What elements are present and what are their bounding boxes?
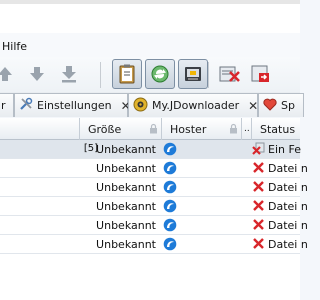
row-size: Unbekannt: [96, 200, 156, 213]
column-header-name[interactable]: [0, 118, 80, 140]
row-status: Datei n: [268, 200, 308, 213]
column-header-hoster-label: Hoster: [170, 122, 207, 136]
error-icon: [252, 161, 265, 174]
tab-settings[interactable]: Einstellungen ✕: [14, 93, 131, 117]
clear-list-button[interactable]: [214, 59, 244, 89]
row-status: Ein Fe: [268, 143, 301, 156]
row-size: Unbekannt: [96, 162, 156, 175]
column-header-hoster[interactable]: Hoster: [162, 118, 242, 140]
error-icon: [252, 180, 265, 193]
reconnect-icon: [149, 63, 171, 85]
column-header-size[interactable]: Größe: [80, 118, 162, 140]
hoster-icon: [163, 142, 177, 156]
menu-bar: Hilfe: [0, 33, 300, 57]
table-header: Größe Hoster .. Status: [0, 118, 300, 140]
table-row[interactable]: [5] Unbekannt Ein Fe: [0, 140, 301, 159]
tab-partial-label: r: [1, 99, 6, 112]
arrow-down-icon: [27, 64, 47, 84]
row-size: Unbekannt: [96, 219, 156, 232]
lock-icon: [229, 123, 238, 137]
error-icon: [252, 237, 265, 250]
clear-list-icon: [217, 63, 241, 85]
column-header-more[interactable]: ..: [242, 118, 252, 140]
table-empty-area: [0, 254, 300, 300]
hoster-icon: [163, 199, 177, 213]
toolbar-separator: [100, 62, 101, 88]
shutdown-icon: [249, 63, 273, 85]
premium-icon: [182, 63, 204, 85]
tab-partial-right[interactable]: Sp: [258, 93, 304, 117]
toolbar-separator: [208, 62, 209, 88]
tab-myjdownloader[interactable]: My.JDownloader ✕: [128, 93, 258, 117]
row-status: Datei n: [268, 162, 308, 175]
heart-icon: [263, 98, 277, 114]
column-header-more-label: ..: [244, 124, 250, 134]
tab-settings-label: Einstellungen: [37, 99, 112, 112]
row-size: Unbekannt: [96, 143, 156, 156]
tab-myjdownloader-label: My.JDownloader: [152, 99, 240, 112]
myjd-icon: [133, 97, 148, 115]
row-size: Unbekannt: [96, 181, 156, 194]
column-header-status[interactable]: Status: [252, 118, 300, 140]
window-titlebar: [0, 0, 300, 33]
toolbar: [0, 57, 300, 92]
menu-help[interactable]: Hilfe: [2, 40, 27, 53]
hoster-icon: [163, 218, 177, 232]
clipboard-observer-toggle[interactable]: [112, 59, 142, 89]
reconnect-toggle[interactable]: [145, 59, 175, 89]
error-multi-icon: [252, 142, 265, 155]
arrow-bottom-icon: [59, 64, 79, 84]
table-row[interactable]: Unbekannt Datei n: [0, 159, 308, 178]
hoster-icon: [163, 161, 177, 175]
error-icon: [252, 199, 265, 212]
lock-icon: [149, 123, 158, 137]
premium-toggle[interactable]: [178, 59, 208, 89]
tab-partial-left[interactable]: r: [0, 93, 14, 117]
arrow-up-icon: [0, 64, 15, 84]
move-down-button[interactable]: [22, 59, 52, 89]
wrench-screwdriver-icon: [19, 97, 33, 114]
move-up-button[interactable]: [0, 59, 20, 89]
row-size: Unbekannt: [96, 238, 156, 251]
row-status: Datei n: [268, 181, 308, 194]
hoster-icon: [163, 180, 177, 194]
error-icon: [252, 218, 265, 231]
table-row[interactable]: Unbekannt Datei n: [0, 178, 308, 197]
column-header-size-label: Größe: [88, 122, 122, 136]
move-to-bottom-button[interactable]: [54, 59, 84, 89]
shutdown-button[interactable]: [246, 59, 276, 89]
row-status: Datei n: [268, 238, 308, 251]
hoster-icon: [163, 237, 177, 251]
tab-myjdownloader-close-icon[interactable]: ✕: [248, 99, 258, 113]
row-status: Datei n: [268, 219, 308, 232]
column-header-status-label: Status: [260, 122, 296, 136]
table-row[interactable]: Unbekannt Datei n: [0, 197, 308, 216]
tab-bar: r Einstellungen ✕ My.JDownloader ✕ Sp: [0, 92, 304, 117]
clipboard-icon: [116, 63, 138, 85]
table-row[interactable]: Unbekannt Datei n: [0, 235, 308, 254]
tab-partial-right-label: Sp: [281, 99, 295, 112]
table-row[interactable]: Unbekannt Datei n: [0, 216, 308, 235]
